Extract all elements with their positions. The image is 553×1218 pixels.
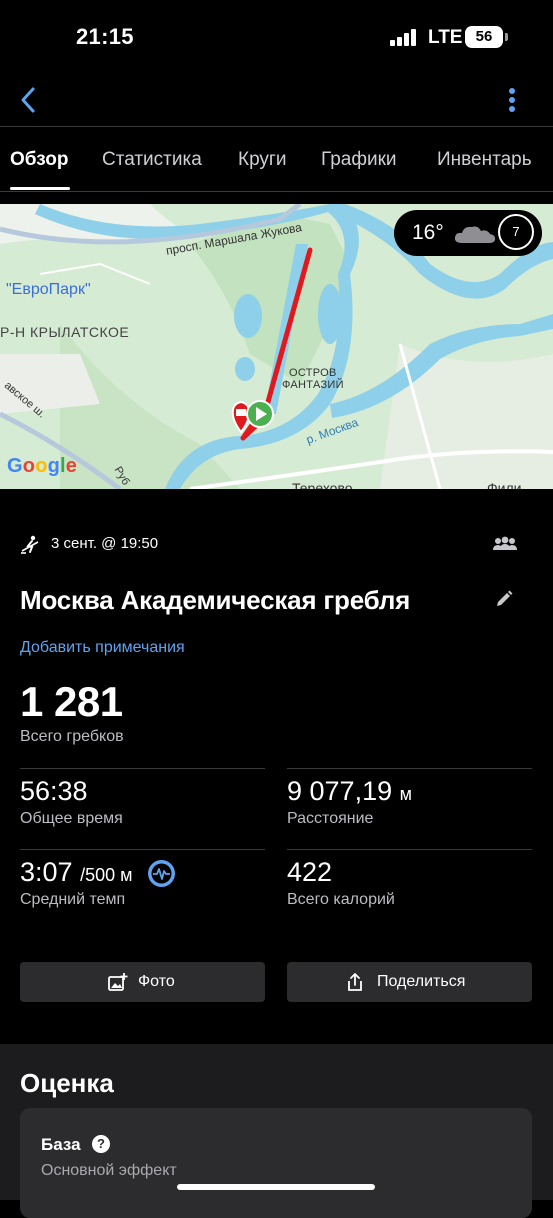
photo-button[interactable]: Фото [20, 962, 265, 1002]
total-strokes-label: Всего гребков [20, 728, 124, 745]
help-icon[interactable]: ? [92, 1135, 110, 1153]
map-label-europark: "ЕвроПарк" [6, 281, 91, 298]
tab-statistics[interactable]: Статистика [102, 149, 202, 171]
training-effect-card[interactable]: База ? Основной эффект [20, 1108, 532, 1218]
stat-divider [20, 849, 265, 850]
home-indicator [177, 1184, 375, 1190]
battery-icon: 56 [465, 26, 503, 48]
share-icon [348, 973, 362, 991]
stat-divider [20, 768, 265, 769]
stat-divider [287, 768, 532, 769]
tab-bar: Обзор Статистика Круги Графики Инвентарь [0, 127, 553, 192]
calories-label: Всего калорий [287, 891, 395, 908]
tab-charts[interactable]: Графики [321, 149, 397, 171]
back-button[interactable] [14, 80, 44, 120]
training-effect-title: База [41, 1135, 81, 1154]
map-label-terekhovo: Терехово [292, 480, 353, 489]
battery-tip [505, 33, 508, 41]
distance-value: 9 077,19 м [287, 776, 412, 806]
signal-icon [390, 28, 420, 46]
share-button-label: Поделиться [377, 973, 466, 990]
evaluation-title: Оценка [20, 1068, 114, 1098]
calories-value: 422 [287, 857, 333, 887]
evaluation-section: Оценка База ? Основной эффект [0, 1044, 553, 1218]
pace-chart-icon[interactable] [148, 860, 175, 887]
distance-label: Расстояние [287, 810, 374, 827]
photo-button-label: Фото [138, 973, 175, 990]
activity-date: 3 сент. @ 19:50 [51, 535, 159, 552]
status-time: 21:15 [76, 24, 134, 49]
network-type: LTE [428, 27, 463, 48]
stat-divider [287, 849, 532, 850]
tab-gear[interactable]: Инвентарь [437, 149, 532, 171]
total-time-label: Общее время [20, 810, 123, 827]
total-strokes-value: 1 281 [20, 678, 123, 725]
activity-title: Москва Академическая гребля [20, 585, 411, 615]
google-attribution: Google [7, 455, 78, 477]
map-label-island-1: ОСТРОВ [289, 367, 337, 379]
map-label-krylatskoe: Р-Н КРЫЛАТСКОЕ [0, 324, 130, 340]
weather-temperature: 16° [412, 221, 444, 244]
training-effect-subtitle: Основной эффект [41, 1162, 177, 1179]
group-icon[interactable] [492, 535, 518, 553]
add-notes-link[interactable]: Добавить примечания [20, 639, 185, 657]
status-bar: 21:15 LTE 56 [0, 0, 553, 76]
avg-pace-value: 3:07 /500 м [20, 857, 133, 887]
pencil-icon[interactable] [494, 589, 514, 609]
active-tab-indicator [10, 187, 70, 190]
tab-laps[interactable]: Круги [238, 149, 286, 171]
cloud-icon [454, 226, 496, 243]
avg-pace-label: Средний темп [20, 891, 126, 908]
tab-overview[interactable]: Обзор [10, 149, 68, 171]
map-label-island-2: ФАНТАЗИЙ [282, 379, 344, 391]
more-vertical-icon [509, 88, 515, 112]
chevron-left-icon [21, 87, 35, 113]
more-options-button[interactable] [498, 80, 526, 120]
share-button[interactable]: Поделиться [287, 962, 532, 1002]
wind-compass: 7 [498, 214, 534, 250]
map-label-fili: Фили [487, 480, 522, 489]
weather-widget: 16° 7 [394, 210, 542, 256]
total-time-value: 56:38 [20, 776, 88, 806]
nav-bar [0, 76, 553, 126]
add-photo-icon [108, 973, 128, 991]
rowing-icon [21, 535, 39, 554]
pace-unit: /500 м [80, 865, 133, 885]
distance-unit: м [399, 784, 412, 804]
